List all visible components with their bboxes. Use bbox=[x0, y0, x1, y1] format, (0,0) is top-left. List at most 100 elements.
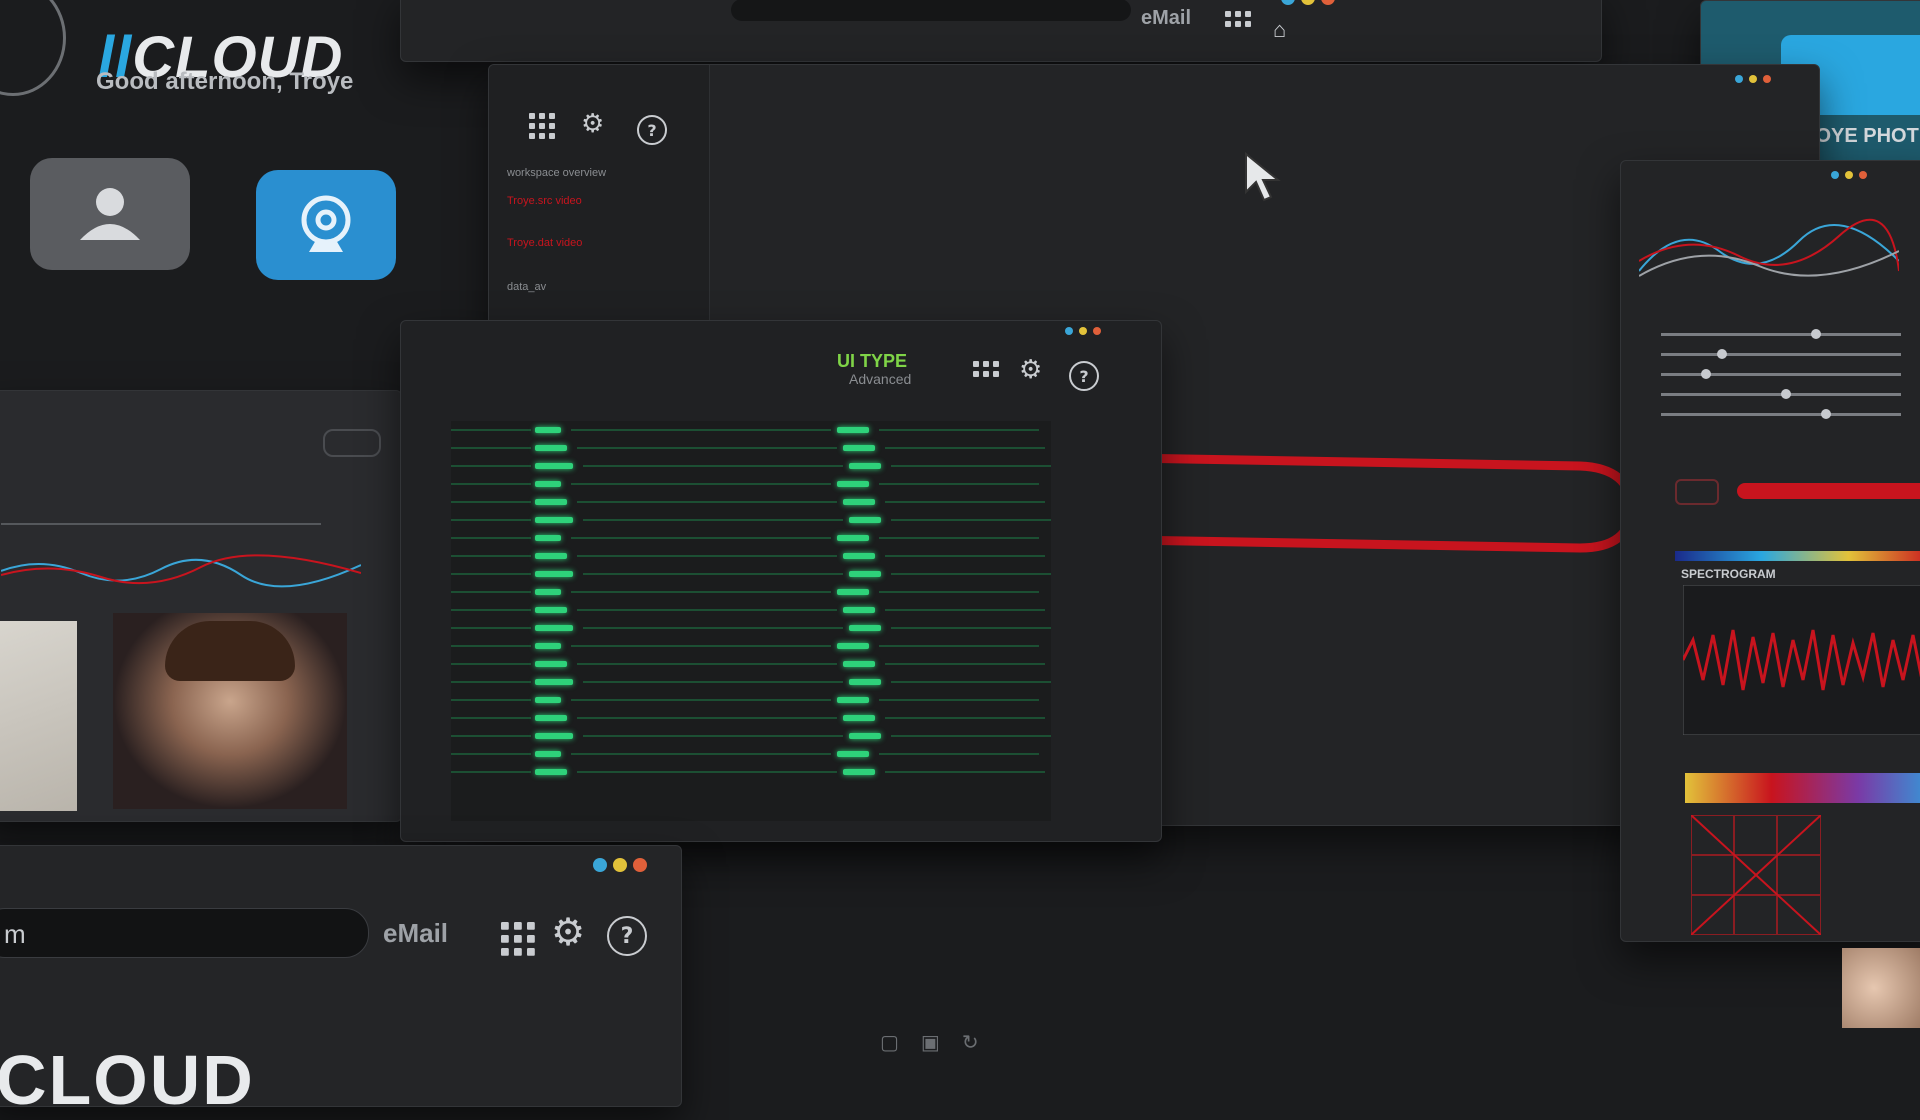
user-tile[interactable] bbox=[30, 158, 190, 270]
top-window-controls[interactable] bbox=[1281, 0, 1335, 5]
corner-photo-thumb[interactable] bbox=[1842, 948, 1920, 1028]
terminal-row-text bbox=[451, 429, 531, 431]
settings-dot-yellow[interactable] bbox=[1749, 75, 1757, 83]
mail-dot-blue[interactable] bbox=[593, 858, 607, 872]
video-thumb-left[interactable] bbox=[0, 621, 77, 811]
terminal-dot-red[interactable] bbox=[1093, 327, 1101, 335]
sidebar-item-overview[interactable]: workspace overview bbox=[507, 167, 606, 179]
terminal-row-text bbox=[451, 573, 531, 575]
terminal-dot-blue[interactable] bbox=[1065, 327, 1073, 335]
settings-dot-red[interactable] bbox=[1763, 75, 1771, 83]
mail-search-value: m bbox=[4, 919, 26, 949]
settings-window-controls[interactable] bbox=[1735, 75, 1771, 83]
mail-search-input[interactable]: m bbox=[0, 908, 369, 958]
terminal-row-highlight bbox=[535, 607, 567, 613]
gear-icon[interactable]: ⚙ bbox=[581, 109, 604, 139]
top-dot-blue[interactable] bbox=[1281, 0, 1295, 5]
terminal-row bbox=[451, 691, 1051, 709]
refresh-icon[interactable]: ↻ bbox=[962, 1030, 979, 1060]
bottom-logo: CLOUD bbox=[0, 1041, 255, 1119]
waveform-chart bbox=[1639, 218, 1899, 277]
slider-5[interactable] bbox=[1661, 409, 1901, 419]
mail-email-label[interactable]: eMail bbox=[383, 918, 448, 949]
terminal-row-highlight bbox=[535, 517, 573, 523]
mail-dot-yellow[interactable] bbox=[613, 858, 627, 872]
terminal-help-icon[interactable]: ? bbox=[1069, 361, 1099, 391]
apps-grid-icon[interactable] bbox=[529, 113, 555, 139]
top-apps-grid-icon[interactable] bbox=[1225, 11, 1251, 27]
mail-help-icon[interactable]: ? bbox=[607, 916, 647, 956]
video-record-button[interactable] bbox=[323, 429, 381, 457]
terminal-row-highlight bbox=[535, 571, 573, 577]
image-icon[interactable]: ▣ bbox=[921, 1030, 940, 1060]
slider-1[interactable] bbox=[1661, 329, 1901, 339]
terminal-window-controls[interactable] bbox=[1065, 327, 1101, 335]
mail-apps-grid-icon[interactable] bbox=[501, 922, 535, 956]
video-window bbox=[0, 390, 402, 822]
terminal-row-text bbox=[885, 555, 1045, 557]
terminal-row-highlight bbox=[535, 697, 561, 703]
video-thumb-person[interactable] bbox=[113, 613, 347, 809]
terminal-row-highlight bbox=[849, 571, 881, 577]
terminal-row-text bbox=[571, 753, 831, 755]
terminal-gear-icon[interactable]: ⚙ bbox=[1019, 355, 1042, 385]
slider-2[interactable] bbox=[1661, 349, 1901, 359]
mail-window-controls[interactable] bbox=[593, 858, 647, 872]
terminal-row bbox=[451, 601, 1051, 619]
audio-window-controls[interactable] bbox=[1831, 171, 1867, 179]
audio-dot-red[interactable] bbox=[1859, 171, 1867, 179]
terminal-row bbox=[451, 745, 1051, 763]
mail-gear-icon[interactable]: ⚙ bbox=[551, 910, 585, 954]
top-dot-red[interactable] bbox=[1321, 0, 1335, 5]
webcam-tile[interactable] bbox=[256, 170, 396, 280]
terminal-row-text bbox=[571, 645, 831, 647]
terminal-row-text bbox=[583, 681, 843, 683]
terminal-row-highlight bbox=[849, 679, 881, 685]
terminal-row-text bbox=[891, 735, 1051, 737]
spectrogram-chart bbox=[1683, 585, 1920, 735]
terminal-row-text bbox=[879, 483, 1039, 485]
sidebar-item-troye-dat[interactable]: Troye.dat video bbox=[507, 237, 687, 249]
terminal-row-highlight bbox=[535, 463, 573, 469]
audio-action-button[interactable] bbox=[1675, 479, 1719, 505]
audio-dot-yellow[interactable] bbox=[1845, 171, 1853, 179]
bottom-toolbar: ▢ ▣ ↻ bbox=[880, 1030, 1030, 1060]
terminal-dot-yellow[interactable] bbox=[1079, 327, 1087, 335]
terminal-row-text bbox=[577, 501, 837, 503]
terminal-row-text bbox=[885, 663, 1045, 665]
help-icon[interactable]: ? bbox=[637, 115, 667, 145]
slider-4[interactable] bbox=[1661, 389, 1901, 399]
home-icon[interactable]: ⌂ bbox=[1273, 17, 1286, 43]
terminal-window: UI TYPE Advanced ⚙ ? bbox=[400, 320, 1162, 842]
terminal-row-text bbox=[879, 537, 1039, 539]
terminal-row-text bbox=[451, 555, 531, 557]
terminal-row bbox=[451, 655, 1051, 673]
top-dot-yellow[interactable] bbox=[1301, 0, 1315, 5]
mail-dot-red[interactable] bbox=[633, 858, 647, 872]
top-email-label[interactable]: eMail bbox=[1141, 7, 1191, 30]
camera-icon[interactable]: ▢ bbox=[880, 1030, 899, 1060]
terminal-row-text bbox=[583, 573, 843, 575]
slider-3[interactable] bbox=[1661, 369, 1901, 379]
terminal-row-highlight bbox=[849, 625, 881, 631]
top-search-field[interactable] bbox=[731, 0, 1131, 21]
terminal-output bbox=[451, 421, 1051, 821]
terminal-row-text bbox=[451, 645, 531, 647]
terminal-row-highlight bbox=[535, 427, 561, 433]
sidebar-item-data[interactable]: data_av bbox=[507, 281, 546, 293]
terminal-row-text bbox=[577, 771, 837, 773]
terminal-row-highlight bbox=[837, 697, 869, 703]
terminal-row-text bbox=[571, 429, 831, 431]
top-back-window: eMail ⌂ bbox=[400, 0, 1602, 62]
terminal-apps-grid-icon[interactable] bbox=[973, 361, 999, 377]
sidebar-item-troye-src[interactable]: Troye.src video bbox=[507, 195, 687, 207]
audio-dot-blue[interactable] bbox=[1831, 171, 1839, 179]
settings-dot-blue[interactable] bbox=[1735, 75, 1743, 83]
spectrum-strip bbox=[1675, 551, 1920, 561]
terminal-row-text bbox=[571, 591, 831, 593]
terminal-row-highlight bbox=[843, 715, 875, 721]
terminal-row-highlight bbox=[535, 445, 567, 451]
spectrogram-label: SPECTROGRAM bbox=[1681, 567, 1776, 581]
terminal-row bbox=[451, 439, 1051, 457]
terminal-row bbox=[451, 619, 1051, 637]
